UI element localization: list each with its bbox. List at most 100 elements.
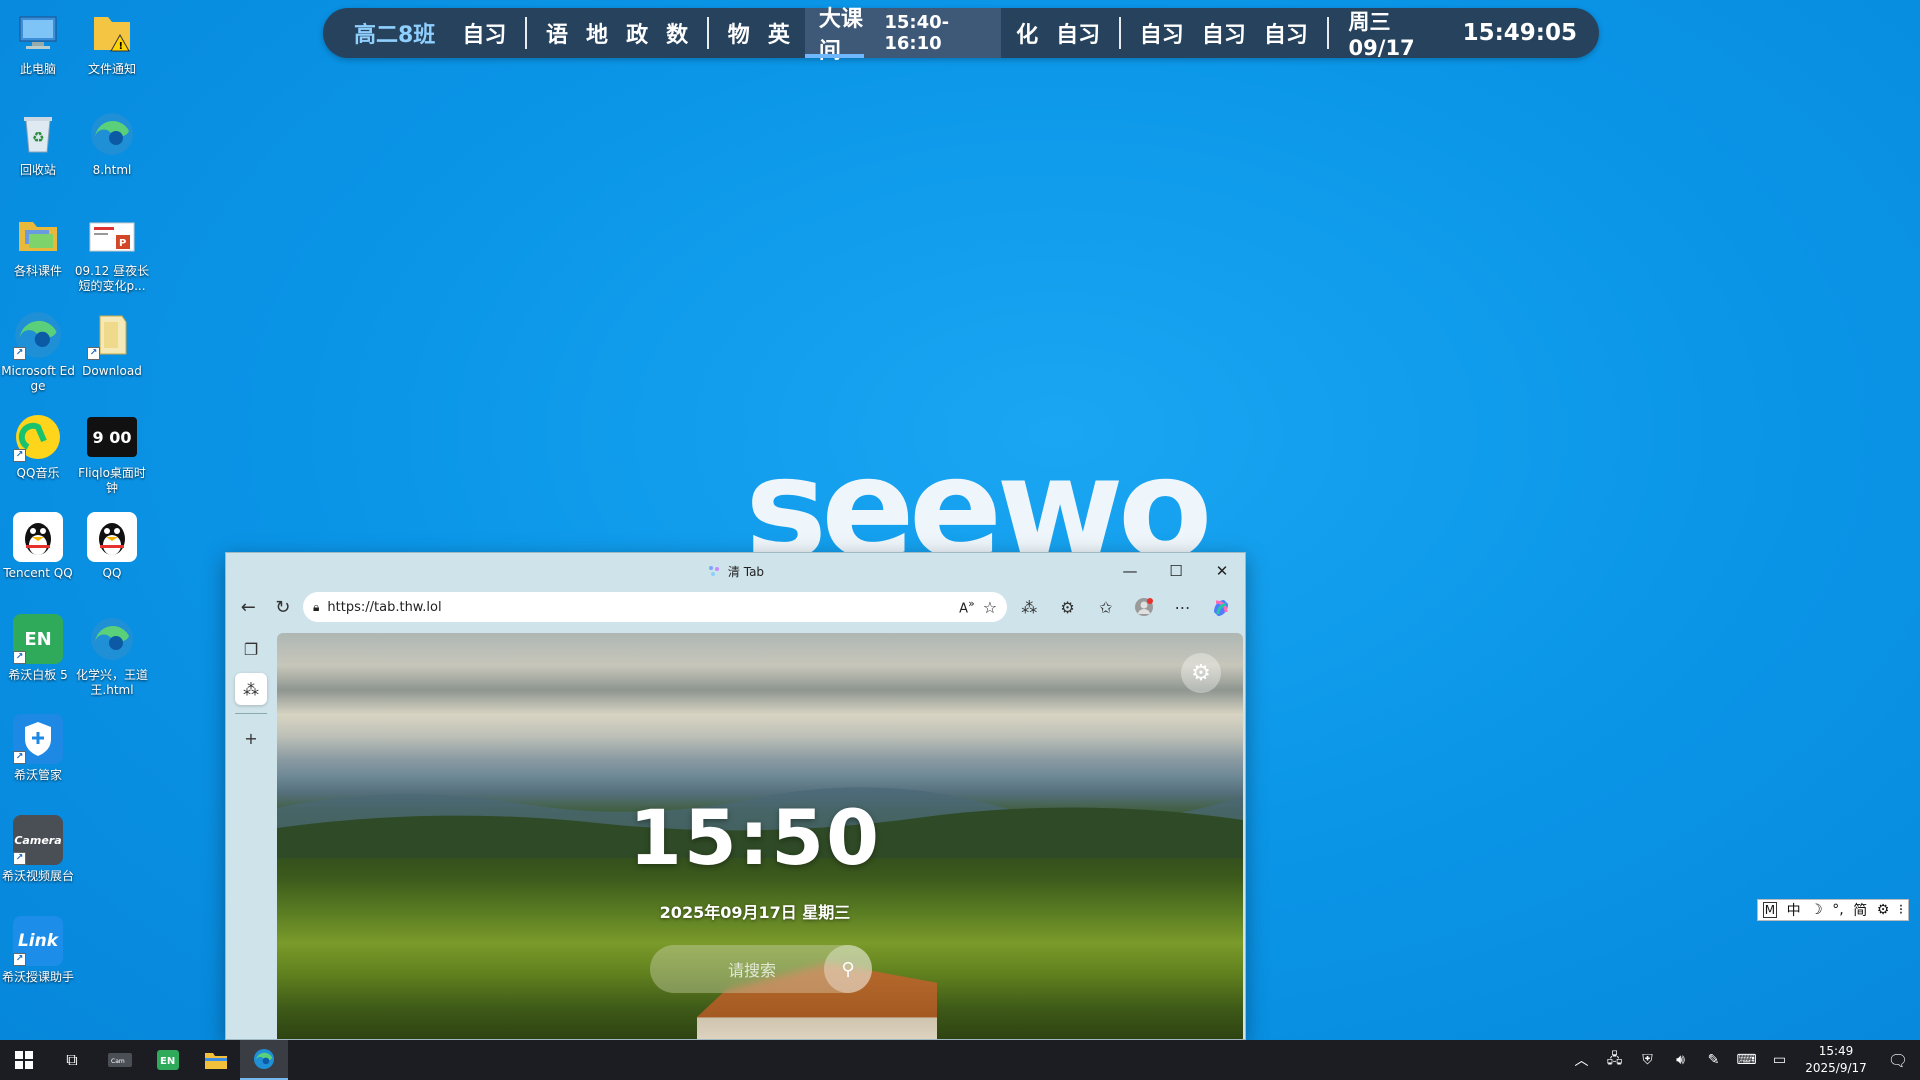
- computer-icon: [13, 8, 63, 58]
- network-icon[interactable]: 🖧︎: [1598, 1040, 1631, 1080]
- tab-actions-icon[interactable]: ❐: [235, 633, 267, 665]
- svg-text:!: !: [119, 41, 124, 52]
- seewo-manager-icon: ↗: [13, 714, 63, 764]
- svg-text:♻: ♻: [32, 130, 45, 146]
- desktop-icon-fliqlo[interactable]: 9 00 Fliqlo桌面时钟: [76, 412, 148, 496]
- ime-mode-icon[interactable]: M: [1762, 902, 1778, 918]
- desktop-icon-label: 回收站: [19, 163, 56, 177]
- desktop-icon-microsoft-edge[interactable]: ↗ Microsoft Edge: [1, 310, 75, 394]
- extensions-icon[interactable]: ⚙: [1051, 593, 1083, 621]
- period: 自习: [1056, 23, 1101, 48]
- copilot-icon[interactable]: [1205, 593, 1237, 621]
- current-period-time: 15:40-16:10: [884, 12, 950, 54]
- svg-text:P: P: [119, 238, 126, 249]
- tab-title[interactable]: 清 Tab: [707, 563, 764, 580]
- fliqlo-icon: 9 00: [87, 417, 137, 457]
- svg-text:EN: EN: [160, 1056, 175, 1067]
- desktop-icon-ppt[interactable]: P 09.12 昼夜长短的变化p...: [75, 210, 149, 294]
- desktop-icon-recycle-bin[interactable]: ♻ 回收站: [2, 109, 74, 178]
- ime-lang-toggle[interactable]: 中: [1787, 900, 1801, 920]
- ime-punct-toggle[interactable]: °,: [1832, 902, 1843, 918]
- taskbar-edge-icon[interactable]: [240, 1040, 288, 1080]
- svg-text:Cam: Cam: [111, 1058, 125, 1065]
- shortcut-arrow-icon: ↗: [13, 347, 26, 360]
- browser-titlebar[interactable]: 清 Tab — ☐ ✕: [226, 553, 1245, 589]
- desktop-icon-file-notice[interactable]: ! 文件通知: [76, 8, 148, 77]
- desktop-icon-seewo-manager[interactable]: ↗ 希沃管家: [2, 714, 74, 783]
- task-view-icon[interactable]: ⧉: [48, 1040, 96, 1080]
- desktop-icon-this-pc[interactable]: 此电脑: [2, 8, 74, 77]
- minimize-button[interactable]: —: [1107, 553, 1153, 589]
- taskbar: ⧉ Cam EN ︿ 🖧︎ ⛨ 🔊︎ ✎ ⌨ ▭ 15:49 2025/9/17…: [0, 1040, 1920, 1080]
- favorite-star-icon[interactable]: ☆: [983, 598, 997, 617]
- touch-keyboard-icon[interactable]: ⌨: [1730, 1040, 1763, 1080]
- taskbar-easinote-icon[interactable]: EN: [144, 1040, 192, 1080]
- newtab-date: 2025年09月17日 星期三: [659, 903, 851, 922]
- tablet-mode-icon[interactable]: ▭: [1763, 1040, 1796, 1080]
- search-icon[interactable]: ⚲: [824, 945, 872, 993]
- desktop-icon-seewo-camera[interactable]: Camera ↗ 希沃视频展台: [2, 815, 74, 884]
- taskbar-camera-app-icon[interactable]: Cam: [96, 1040, 144, 1080]
- shortcut-arrow-icon: ↗: [13, 852, 26, 865]
- class-name: 高二8班: [354, 23, 436, 48]
- tab-qingtab[interactable]: ⁂: [235, 673, 267, 705]
- read-aloud-icon[interactable]: A»: [959, 597, 975, 616]
- ime-simplified-toggle[interactable]: 简: [1853, 900, 1867, 920]
- desktop-icon-easinote[interactable]: EN ↗ 希沃白板 5: [2, 614, 74, 683]
- folder-warning-icon: !: [87, 8, 137, 58]
- taskbar-clock[interactable]: 15:49 2025/9/17: [1796, 1043, 1876, 1077]
- taskbar-date: 2025/9/17: [1805, 1061, 1867, 1075]
- refresh-icon[interactable]: ↻: [269, 593, 298, 621]
- desktop-icon-qq-music[interactable]: ↗ QQ音乐: [2, 412, 74, 481]
- ime-options-icon[interactable]: ⁝: [1899, 902, 1903, 918]
- desktop-icon-label: 希沃授课助手: [1, 970, 74, 984]
- start-windows-icon[interactable]: [0, 1040, 48, 1080]
- shortcut-arrow-icon: ↗: [13, 449, 26, 462]
- desktop-icon-qq[interactable]: QQ: [76, 512, 148, 581]
- desktop-icon-label: 希沃视频展台: [1, 869, 74, 883]
- desktop-icon-download[interactable]: ↗ Download: [76, 310, 148, 379]
- current-period: 大课间 15:40-16:10: [804, 7, 1002, 64]
- close-button[interactable]: ✕: [1199, 553, 1245, 589]
- desktop-icon-tencent-qq[interactable]: Tencent QQ: [2, 512, 74, 581]
- security-shield-icon[interactable]: ⛨: [1631, 1040, 1664, 1080]
- desktop-icon-label: QQ音乐: [16, 466, 60, 480]
- edge-browser-window[interactable]: 清 Tab — ☐ ✕ ← ↻ 🔒︎ https://tab.thw.lol A…: [225, 552, 1246, 1040]
- period: 地: [586, 23, 609, 48]
- period: 数: [666, 23, 689, 48]
- period: 政: [626, 23, 649, 48]
- notification-center-icon[interactable]: 🗨︎: [1876, 1040, 1920, 1080]
- url-text: https://tab.thw.lol: [327, 599, 442, 615]
- search-input[interactable]: 请搜索: [650, 957, 824, 981]
- back-arrow-icon[interactable]: ←: [234, 593, 263, 621]
- desktop-icon-courseware[interactable]: 各科课件: [2, 210, 74, 279]
- qq-icon: [87, 512, 137, 562]
- link-icon: Link ↗: [13, 916, 63, 966]
- desktop-icon-label: 各科课件: [13, 264, 62, 278]
- recycle-bin-icon: ♻: [13, 109, 63, 159]
- desktop-icon-8-html[interactable]: 8.html: [76, 109, 148, 178]
- url-field[interactable]: 🔒︎ https://tab.thw.lol A» ☆: [303, 592, 1008, 622]
- taskbar-file-explorer-icon[interactable]: [192, 1040, 240, 1080]
- schedule-divider: [525, 17, 528, 49]
- desktop-icon-seewo-link[interactable]: Link ↗ 希沃授课助手: [2, 916, 74, 985]
- ime-settings-icon[interactable]: ⚙: [1877, 902, 1890, 918]
- desktop-icon-chem-html[interactable]: 化学兴，王道王.html: [76, 614, 148, 698]
- volume-icon[interactable]: 🔊︎: [1664, 1040, 1697, 1080]
- pen-icon[interactable]: ✎: [1697, 1040, 1730, 1080]
- newtab-search-box[interactable]: 请搜索 ⚲: [650, 945, 872, 993]
- period: 物: [727, 23, 750, 48]
- more-menu-icon[interactable]: ⋯: [1166, 593, 1198, 621]
- favorites-icon[interactable]: ✩: [1090, 593, 1122, 621]
- ime-width-toggle[interactable]: ☽: [1810, 902, 1823, 918]
- new-tab-page: ⚙ 15:50 2025年09月17日 星期三 请搜索 ⚲: [277, 633, 1243, 1039]
- settings-gear-icon[interactable]: ⚙: [1181, 653, 1221, 693]
- profile-avatar-icon[interactable]: [1128, 593, 1160, 621]
- maximize-button[interactable]: ☐: [1153, 553, 1199, 589]
- desktop-icon-label: 8.html: [92, 163, 132, 177]
- qingtab-extension-icon[interactable]: ⁂: [1013, 593, 1045, 621]
- newtab-clock: 15:50: [629, 793, 881, 882]
- edge-icon: [87, 614, 137, 664]
- tray-overflow-chevron-icon[interactable]: ︿: [1565, 1040, 1598, 1080]
- new-tab-plus-icon[interactable]: +: [235, 722, 267, 754]
